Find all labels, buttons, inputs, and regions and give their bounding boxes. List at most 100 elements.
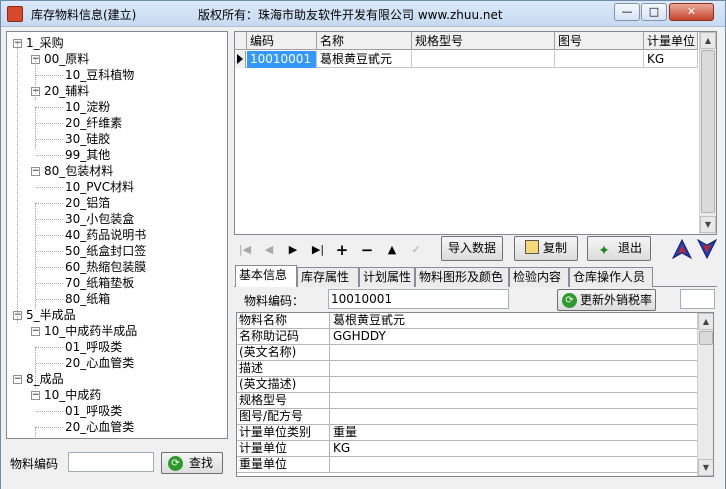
- tree-node[interactable]: −8_成品: [7, 371, 227, 387]
- property-value[interactable]: 葛根黄豆甙元: [331, 313, 697, 329]
- minimize-button[interactable]: —: [614, 3, 640, 21]
- property-row[interactable]: 描述: [237, 361, 697, 377]
- tab-warehouse-operators[interactable]: 仓库操作人员: [569, 267, 653, 287]
- tree-node[interactable]: 99_其他: [7, 147, 227, 163]
- copy-button[interactable]: 复制: [514, 236, 578, 261]
- category-tree[interactable]: −1_采购 −00_原料 10_豆科植物 −20_辅料 10_淀粉 20_纤维素 30_硅胶…: [6, 31, 228, 439]
- nav-delete-icon[interactable]: −: [356, 243, 378, 258]
- material-code-field[interactable]: [328, 289, 509, 309]
- property-value[interactable]: KG: [331, 441, 697, 457]
- property-row[interactable]: 图号/配方号: [237, 409, 697, 425]
- tree-node[interactable]: 10_PVC材料: [7, 179, 227, 195]
- tree-node[interactable]: −5_半成品: [7, 307, 227, 323]
- nav-next-icon[interactable]: ▶: [282, 243, 304, 257]
- tree-node[interactable]: 20_铝箔: [7, 195, 227, 211]
- tree-node[interactable]: −00_原料: [7, 51, 227, 67]
- tree-node[interactable]: 20_心血管类: [7, 355, 227, 371]
- tree-node[interactable]: 01_呼吸类: [7, 403, 227, 419]
- tree-node[interactable]: −80_包装材料: [7, 163, 227, 179]
- property-value[interactable]: [331, 393, 697, 409]
- column-header-spec[interactable]: 规格型号: [412, 32, 555, 50]
- scroll-down-icon[interactable]: ▼: [698, 459, 713, 476]
- property-row[interactable]: 物料名称 葛根黄豆甙元: [237, 313, 697, 329]
- property-row[interactable]: 计量单位 KG: [237, 441, 697, 457]
- column-header-code[interactable]: 编码: [247, 32, 317, 50]
- tree-node[interactable]: 10_淀粉: [7, 99, 227, 115]
- scroll-up-icon[interactable]: ▲: [698, 313, 713, 330]
- tree-node[interactable]: 20_心血管类: [7, 419, 227, 435]
- column-header-drawing-no[interactable]: 图号: [555, 32, 644, 50]
- material-code-search-input[interactable]: [68, 452, 154, 472]
- tab-basic-info[interactable]: 基本信息: [235, 265, 297, 288]
- property-grid-scrollbar[interactable]: ▲ ▼: [697, 313, 713, 476]
- tree-node[interactable]: 30_小包装盒: [7, 211, 227, 227]
- tree-node[interactable]: 50_纸盒封口签: [7, 243, 227, 259]
- tab-graphics-colors[interactable]: 物料图形及颜色: [415, 267, 509, 287]
- property-row[interactable]: 重量单位: [237, 457, 697, 473]
- collapse-toggle-icon[interactable]: −: [31, 167, 40, 176]
- cell-drawing-no[interactable]: [555, 51, 644, 68]
- cell-spec[interactable]: [412, 51, 555, 68]
- tree-node[interactable]: 10_豆科植物: [7, 67, 227, 83]
- scroll-thumb[interactable]: [701, 50, 715, 213]
- nav-prior-icon[interactable]: ◀: [258, 243, 280, 257]
- tab-stock-attributes[interactable]: 库存属性: [297, 267, 359, 287]
- property-grid[interactable]: ▲ ▼ 物料名称 葛根黄豆甙元 名称助记码 GGHDDY (英文名称) 描述 (英文描述) 规…: [236, 312, 714, 477]
- copyright-text: 版权所有：珠海市助友软件开发有限公司 www.zhuu.net: [198, 8, 503, 22]
- property-value[interactable]: [331, 457, 697, 473]
- tree-node[interactable]: 30_硅胶: [7, 131, 227, 147]
- tree-node[interactable]: −10_中成药半成品: [7, 323, 227, 339]
- tree-node[interactable]: 20_纤维素: [7, 115, 227, 131]
- search-button[interactable]: ⟳ 查找: [161, 452, 223, 474]
- collapse-toggle-icon[interactable]: −: [13, 375, 22, 384]
- scroll-down-icon[interactable]: ▼: [700, 216, 716, 233]
- close-button[interactable]: ✕: [669, 3, 714, 21]
- tree-node[interactable]: −20_辅料: [7, 83, 227, 99]
- nav-first-icon[interactable]: |◀: [234, 243, 256, 257]
- nav-last-icon[interactable]: ▶|: [307, 243, 329, 257]
- property-value[interactable]: [331, 377, 697, 393]
- scroll-thumb[interactable]: [699, 331, 713, 345]
- column-header-unit[interactable]: 计量单位: [644, 32, 698, 50]
- tree-node[interactable]: 40_药品说明书: [7, 227, 227, 243]
- nav-insert-icon[interactable]: +: [331, 243, 353, 258]
- tree-node[interactable]: 01_呼吸类: [7, 339, 227, 355]
- cell-unit[interactable]: KG: [644, 51, 698, 68]
- collapse-toggle-icon[interactable]: −: [31, 391, 40, 400]
- tree-node[interactable]: −10_中成药: [7, 387, 227, 403]
- property-row[interactable]: 计量单位类别 重量: [237, 425, 697, 441]
- property-row[interactable]: 规格型号: [237, 393, 697, 409]
- property-value[interactable]: 重量: [331, 425, 697, 441]
- cell-name[interactable]: 葛根黄豆甙元: [317, 51, 412, 68]
- nav-post-icon[interactable]: ✓: [405, 243, 427, 257]
- tree-node[interactable]: 70_纸箱垫板: [7, 275, 227, 291]
- grid-vertical-scrollbar[interactable]: ▲ ▼: [699, 32, 716, 234]
- tab-plan-attributes[interactable]: 计划属性: [359, 267, 415, 287]
- property-value[interactable]: [331, 409, 697, 425]
- property-row[interactable]: (英文名称): [237, 345, 697, 361]
- material-grid[interactable]: 编码 名称 规格型号 图号 计量单位 10010001 葛根黄豆甙元 KG ▲ …: [234, 31, 717, 235]
- cell-code[interactable]: 10010001: [247, 51, 317, 68]
- tree-node[interactable]: 60_热缩包装膜: [7, 259, 227, 275]
- scroll-up-icon[interactable]: ▲: [700, 32, 716, 49]
- property-value[interactable]: [331, 345, 697, 361]
- tree-node[interactable]: −1_采购: [7, 35, 227, 51]
- update-export-tax-button[interactable]: ⟳ 更新外销税率: [557, 289, 656, 311]
- table-row[interactable]: 10010001 葛根黄豆甙元 KG: [235, 51, 698, 68]
- property-value[interactable]: GGHDDY: [331, 329, 697, 345]
- move-up-arrow-icon[interactable]: [672, 239, 692, 259]
- maximize-button[interactable]: □: [641, 3, 667, 21]
- exit-button[interactable]: ✦ 退出: [587, 236, 651, 261]
- import-data-button[interactable]: 导入数据: [441, 236, 503, 261]
- tree-node[interactable]: 80_纸箱: [7, 291, 227, 307]
- tax-rate-field[interactable]: [680, 289, 715, 309]
- property-row[interactable]: (英文描述): [237, 377, 697, 393]
- tab-inspection[interactable]: 检验内容: [509, 267, 569, 287]
- nav-edit-icon[interactable]: ▲: [381, 243, 403, 257]
- column-header-name[interactable]: 名称: [317, 32, 412, 50]
- collapse-toggle-icon[interactable]: −: [31, 327, 40, 336]
- move-down-arrow-icon[interactable]: [697, 239, 717, 259]
- title-bar[interactable]: 库存物料信息(建立) 版权所有：珠海市助友软件开发有限公司 www.zhuu.n…: [1, 1, 725, 27]
- property-row[interactable]: 名称助记码 GGHDDY: [237, 329, 697, 345]
- property-value[interactable]: [331, 361, 697, 377]
